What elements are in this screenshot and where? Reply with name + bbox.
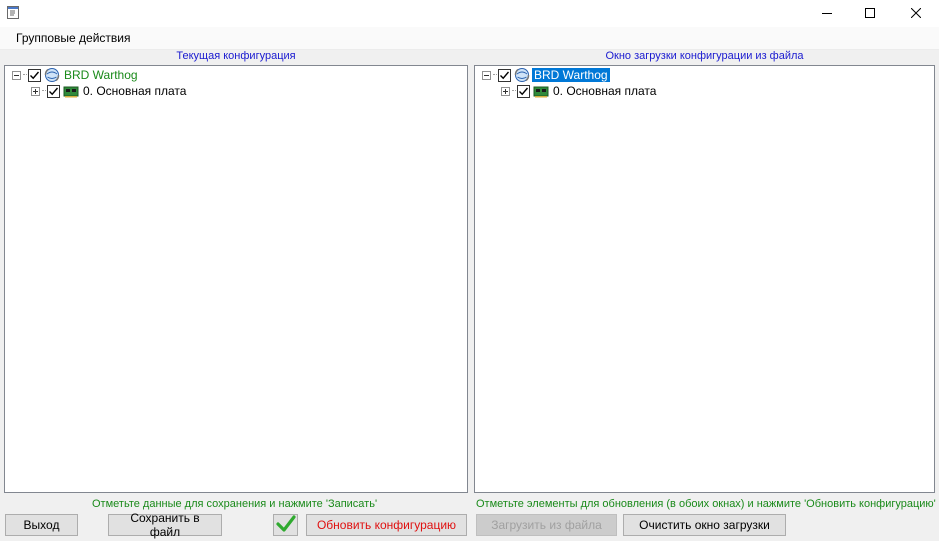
save-to-file-button[interactable]: Сохранить в файл [108, 511, 222, 539]
node-label-main-board[interactable]: 0. Основная плата [551, 84, 658, 98]
title-bar [0, 0, 939, 27]
expand-icon[interactable] [31, 86, 40, 96]
close-icon [910, 7, 922, 21]
device-globe-icon [513, 67, 530, 83]
node-label-main-board[interactable]: 0. Основная плата [81, 84, 188, 98]
tree-node-root[interactable]: BRD Warthog [482, 67, 610, 83]
tree-connector [42, 90, 46, 92]
checkmark-icon [519, 87, 529, 95]
maximize-icon [865, 7, 875, 21]
node-checkbox[interactable] [498, 68, 511, 82]
node-label-brd-warthog[interactable]: BRD Warthog [532, 68, 610, 82]
load-from-file-button[interactable]: Загрузить из файла [476, 514, 617, 536]
checkmark-icon [500, 71, 510, 79]
node-checkbox[interactable] [517, 84, 530, 98]
menu-group-actions[interactable]: Групповые действия [10, 30, 137, 46]
node-checkbox[interactable] [28, 68, 41, 82]
form-window-icon[interactable] [7, 6, 19, 19]
maximize-button[interactable] [847, 0, 893, 27]
exit-button[interactable]: Выход [5, 514, 78, 536]
checkmark-icon [49, 87, 59, 95]
save-hint: Отметьте данные для сохранения и нажмите… [92, 498, 378, 510]
device-globe-icon [43, 67, 60, 83]
collapse-icon[interactable] [482, 70, 491, 80]
load-config-tree[interactable]: BRD Warthog 0. Основная плата [474, 65, 935, 493]
minimize-icon [822, 7, 832, 21]
apply-button[interactable] [273, 514, 298, 536]
green-check-icon [275, 514, 296, 536]
update-config-button[interactable]: Обновить конфигурацию [306, 514, 467, 536]
menu-bar: Групповые действия [0, 27, 939, 50]
clear-load-window-button[interactable]: Очистить окно загрузки [623, 514, 786, 536]
tree-connector [512, 90, 516, 92]
checkmark-icon [30, 71, 40, 79]
close-button[interactable] [893, 0, 939, 27]
expand-icon[interactable] [501, 86, 510, 96]
tree-connector [23, 74, 27, 76]
collapse-icon[interactable] [12, 70, 21, 80]
tree-node-main-board[interactable]: 0. Основная плата [501, 83, 658, 99]
tree-connector [493, 74, 497, 76]
current-config-caption: Текущая конфигурация [176, 50, 296, 62]
node-label-brd-warthog[interactable]: BRD Warthog [62, 68, 140, 82]
load-window-caption: Окно загрузки конфигурации из файла [605, 50, 804, 62]
minimize-button[interactable] [804, 0, 850, 27]
board-icon [62, 83, 79, 99]
current-config-tree[interactable]: BRD Warthog 0. Основная плата [4, 65, 468, 493]
update-hint: Отметьте элементы для обновления (в обои… [476, 498, 936, 510]
board-icon [532, 83, 549, 99]
node-checkbox[interactable] [47, 84, 60, 98]
tree-node-root[interactable]: BRD Warthog [12, 67, 140, 83]
tree-node-main-board[interactable]: 0. Основная плата [31, 83, 188, 99]
